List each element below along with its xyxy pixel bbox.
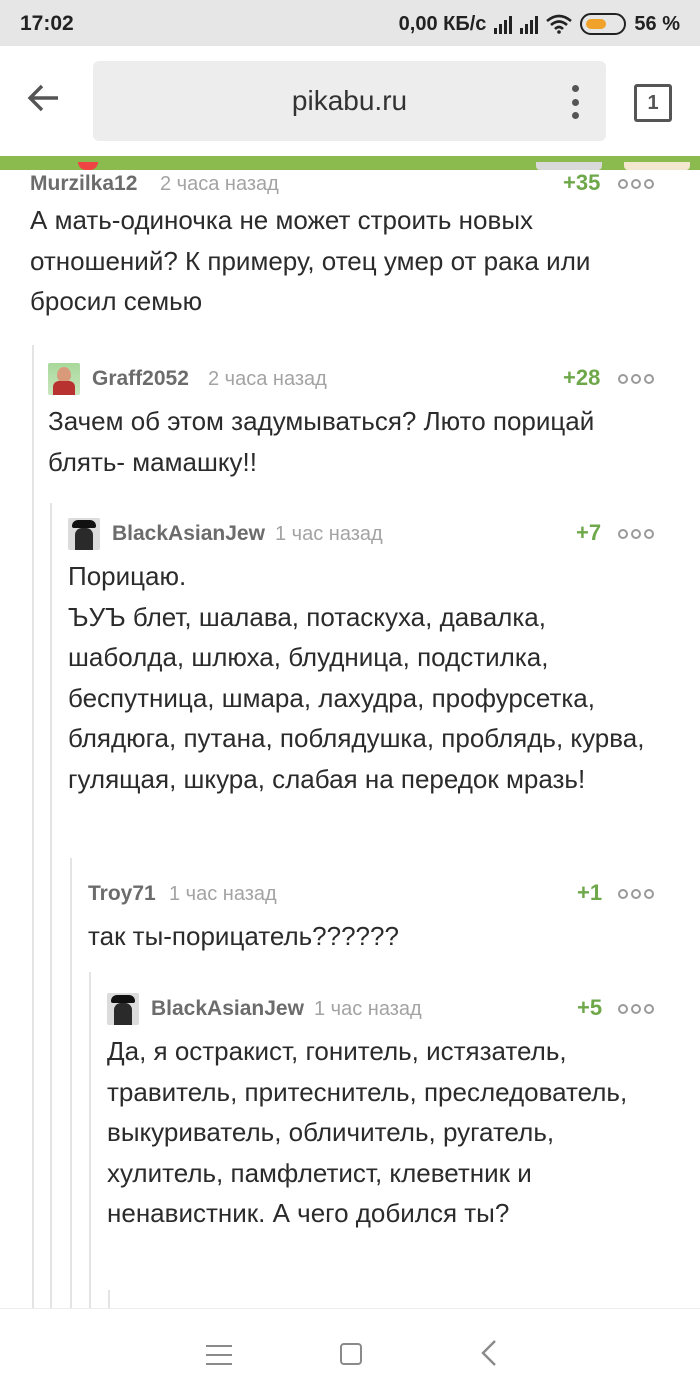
comment-meta: BlackAsianJew 1 час назад +5 [107,993,670,1025]
signal-icon [520,14,539,34]
browser-toolbar: pikabu.ru 1 [0,46,700,156]
comment-meta: Troy71 1 час назад +1 [88,878,670,908]
menu-icon[interactable] [206,1345,232,1365]
signal-icon [494,14,513,34]
comment-text: А мать-одиночка не может строить новых о… [30,205,591,316]
wifi-icon [546,14,573,34]
comment-rating: +1 [577,880,603,905]
comment-time: 2 часа назад [208,368,327,390]
avatar[interactable] [68,518,100,550]
more-options-icon[interactable] [618,529,654,539]
comment: Troy71 1 час назад +1 так ты-порицатель?… [88,878,670,957]
more-options-icon[interactable] [618,889,654,899]
comment-rating: +7 [576,520,602,545]
comment-author[interactable]: BlackAsianJew [151,997,304,1021]
comment-author[interactable]: Murzilka12 [30,172,137,196]
comment-rating: +28 [563,365,601,390]
overflow-menu-icon[interactable] [572,85,580,119]
comment-meta: BlackAsianJew 1 час назад +7 [68,518,670,550]
comment: Murzilka12 2 часа назад +35 А мать-одино… [30,168,670,322]
comment-text: Да, я остракист, гонитель, истязатель, т… [107,1036,628,1228]
status-bar: 17:02 0,00 КБ/с 56 % [0,0,700,46]
network-speed: 0,00 КБ/с [398,12,487,35]
comment-text: Порицаю. ЪУЪ блет, шалава, потаскуха, да… [68,556,668,799]
comment-time: 1 час назад [169,883,277,905]
more-options-icon[interactable] [618,1004,654,1014]
comment-meta: Graff2052 2 часа назад +28 [48,363,670,395]
comment: BlackAsianJew 1 час назад +7 Порицаю. ЪУ… [68,518,670,799]
url-text: pikabu.ru [291,85,408,116]
comment-text-line: Порицаю. [68,561,187,591]
thread-line [32,345,34,1308]
address-bar[interactable]: pikabu.ru [93,61,606,141]
comment-text-line: ЪУЪ блет, шалава, потаскуха, давалка, ша… [68,601,645,794]
comment-rating: +35 [563,170,601,195]
back-icon[interactable] [480,1339,498,1373]
home-icon[interactable] [340,1343,362,1365]
battery-icon [580,13,627,35]
avatar[interactable] [48,363,80,395]
comment-author[interactable]: BlackAsianJew [112,522,265,546]
comment-time: 1 час назад [314,998,422,1020]
battery-percent: 56 % [634,12,680,35]
more-options-icon[interactable] [618,179,654,189]
avatar[interactable] [107,993,139,1025]
comment-rating: +5 [577,995,603,1020]
comment-time: 2 часа назад [160,173,279,195]
comment: Graff2052 2 часа назад +28 Зачем об этом… [48,363,670,482]
status-time: 17:02 [20,12,74,35]
comment-text: так ты-порицатель?????? [88,921,399,951]
more-options-icon[interactable] [618,374,654,384]
back-arrow-icon[interactable] [22,80,66,124]
comment-author[interactable]: Troy71 [88,882,156,906]
thread-line [50,503,52,1308]
thread-line [108,1290,110,1308]
status-indicators: 0,00 КБ/с 56 % [399,12,680,36]
thread-line [89,972,91,1308]
thread-line [70,858,72,1308]
comment-text: Зачем об этом задумываться? Люто порицай… [48,406,595,477]
tabs-icon[interactable]: 1 [634,84,672,122]
system-nav-bar [0,1308,700,1400]
comment-time: 1 час назад [275,523,383,545]
comment-author[interactable]: Graff2052 [92,367,189,391]
comment-meta: Murzilka12 2 часа назад +35 [30,168,670,198]
comment: BlackAsianJew 1 час назад +5 Да, я остра… [107,993,670,1234]
